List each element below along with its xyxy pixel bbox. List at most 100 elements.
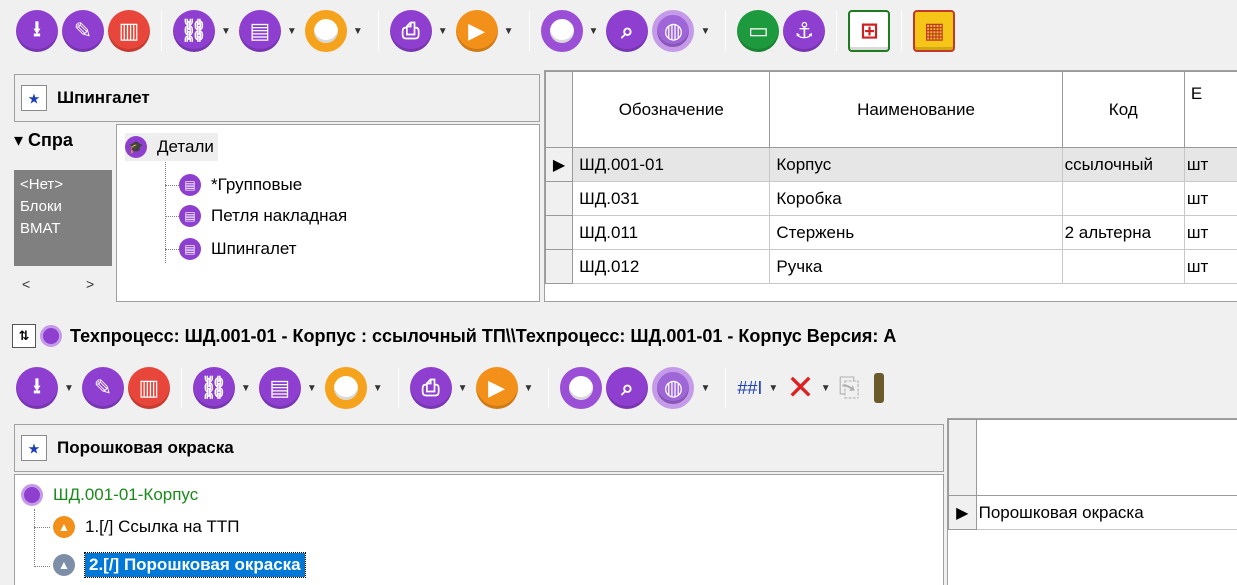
operations-grid: ▶ Порошковая окраска — [947, 418, 1237, 585]
copy-button[interactable]: ⎘ — [837, 362, 862, 414]
tree-node[interactable]: ▤ *Групповые — [179, 171, 302, 199]
anchor-icon: ⚓ — [783, 10, 826, 52]
cell-unit[interactable]: шт — [1183, 249, 1237, 284]
chevron-down-icon[interactable]: ▼ — [504, 26, 514, 37]
cell-designation[interactable]: ШД.012 — [572, 249, 771, 284]
cell-name[interactable]: Ручка — [769, 249, 1063, 284]
cell-unit[interactable]: шт — [1183, 181, 1237, 216]
toolbar-separator — [901, 11, 903, 51]
reference-item[interactable]: <Нет> — [20, 174, 106, 196]
cell-name[interactable]: Коробка — [769, 181, 1063, 216]
table-row[interactable]: ▶ Порошковая окраска — [948, 495, 1237, 530]
link-icon: ⛓ — [192, 367, 235, 409]
cell-code[interactable]: 2 альтерна — [1061, 215, 1185, 250]
column-header[interactable] — [975, 419, 1237, 496]
chevron-down-icon[interactable]: ▼ — [524, 383, 534, 394]
chevron-down-icon[interactable]: ▼ — [353, 26, 363, 37]
run-button[interactable]: ▶ ▼ — [454, 5, 520, 57]
cell-code[interactable] — [1061, 181, 1185, 216]
cell-unit[interactable]: шт — [1183, 147, 1237, 182]
cell-code[interactable] — [1061, 249, 1185, 284]
print-button[interactable]: ⎙ ▼ — [388, 5, 454, 57]
reference-header[interactable]: ▾ Спра — [14, 130, 73, 151]
table-button[interactable]: ▦ — [911, 5, 957, 57]
cell-operation[interactable]: Порошковая окраска — [975, 495, 1237, 530]
horizontal-scrollbar[interactable]: < > — [14, 274, 114, 296]
chevron-down-icon[interactable]: ▼ — [221, 26, 231, 37]
copy-icon: ⎘ — [838, 372, 860, 402]
column-header[interactable]: Е — [1183, 71, 1237, 148]
document-button[interactable]: ▤ ▼ — [237, 5, 303, 57]
scroll-left-icon[interactable]: < — [22, 276, 30, 292]
print-button[interactable]: ⎙ ▼ — [408, 362, 474, 414]
chevron-down-icon[interactable]: ▼ — [821, 383, 831, 394]
reference-item[interactable]: Блоки — [20, 196, 106, 218]
view-button[interactable] — [558, 362, 604, 414]
clipboard-button[interactable] — [862, 362, 886, 414]
column-header[interactable]: Наименование — [769, 71, 1063, 148]
cell-designation[interactable]: ШД.031 — [572, 181, 771, 216]
refresh-button[interactable]: ▼ — [303, 5, 369, 57]
toolbar-separator — [725, 368, 727, 408]
edit-button[interactable]: ✎ — [60, 5, 106, 57]
chevron-down-icon[interactable]: ▼ — [458, 383, 468, 394]
scroll-right-icon[interactable]: > — [86, 276, 94, 292]
numbering-button[interactable]: ##I ▼ — [735, 362, 784, 414]
web-button[interactable]: ◍ ▼ — [650, 362, 716, 414]
cell-designation[interactable]: ШД.001-01 — [572, 147, 771, 182]
delete-button[interactable]: ▥ — [126, 362, 172, 414]
cell-unit[interactable]: шт — [1183, 215, 1237, 250]
web-button[interactable]: ◍ ▼ — [650, 5, 716, 57]
chevron-down-icon[interactable]: ▼ — [307, 383, 317, 394]
chevron-down-icon[interactable]: ▼ — [700, 383, 710, 394]
tree-node[interactable]: ▤ Петля накладная — [179, 202, 347, 230]
chevron-down-icon[interactable]: ▼ — [64, 383, 74, 394]
link-button[interactable]: ⛓ ▼ — [171, 5, 237, 57]
chevron-down-icon[interactable]: ▼ — [589, 26, 599, 37]
chevron-down-icon[interactable]: ▼ — [287, 26, 297, 37]
tree-node-root[interactable]: ШД.001-01-Корпус — [21, 481, 198, 509]
table-row[interactable]: ШД.031 Коробка шт — [545, 181, 1237, 216]
save-button[interactable]: ⭳ ▼ — [14, 362, 80, 414]
pin-icon[interactable]: ⭑ — [21, 85, 47, 111]
table-row[interactable]: ШД.011 Стержень 2 альтерна шт — [545, 215, 1237, 250]
refresh-button[interactable]: ▼ — [323, 362, 389, 414]
search-button[interactable]: ⌕ — [604, 362, 650, 414]
column-header[interactable]: Обозначение — [572, 71, 771, 148]
edit-button[interactable]: ✎ — [80, 362, 126, 414]
run-button[interactable]: ▶ ▼ — [474, 362, 540, 414]
tree-node-label: ШД.001-01-Корпус — [53, 485, 199, 504]
tree-node-selected[interactable]: ▲ 2.[/] Порошковая окраска — [53, 551, 306, 579]
table-header-row — [948, 419, 1237, 496]
tree-node-root[interactable]: 🎓 Детали — [125, 133, 218, 161]
chevron-down-icon[interactable]: ▼ — [373, 383, 383, 394]
pin-icon[interactable]: ⭑ — [21, 435, 47, 461]
open-folder-button[interactable]: ▭ — [735, 5, 781, 57]
chevron-down-icon[interactable]: ▼ — [700, 26, 710, 37]
cell-name[interactable]: Стержень — [769, 215, 1063, 250]
table-row[interactable]: ШД.012 Ручка шт — [545, 249, 1237, 284]
save-button[interactable]: ⭳ — [14, 5, 60, 57]
document-button[interactable]: ▤ ▼ — [257, 362, 323, 414]
cell-designation[interactable]: ШД.011 — [572, 215, 771, 250]
tree-node[interactable]: ▤ Шпингалет — [179, 235, 297, 263]
main-toolbar: ⭳ ✎ ▥ ⛓ ▼ ▤ ▼ ▼ ⎙ ▼ ▶ ▼ ▼ ⌕ ◍ ▼ ▭ ⚓ ⊞ ▦ — [0, 0, 1237, 62]
structure-button[interactable]: ⊞ — [846, 5, 892, 57]
column-header[interactable]: Код — [1061, 71, 1185, 148]
sort-toggle-icon[interactable]: ⇅ — [12, 324, 36, 348]
table-row[interactable]: ▶ ШД.001-01 Корпус ссылочный шт — [545, 147, 1237, 182]
tree-node[interactable]: ▲ 1.[/] Ссылка на ТТП — [53, 513, 240, 541]
cell-code[interactable]: ссылочный — [1061, 147, 1185, 182]
tree-node-label: 2.[/] Порошковая окраска — [84, 552, 306, 578]
chevron-down-icon[interactable]: ▼ — [438, 26, 448, 37]
chevron-down-icon[interactable]: ▼ — [768, 383, 778, 394]
anchor-button[interactable]: ⚓ — [781, 5, 827, 57]
cell-name[interactable]: Корпус — [769, 147, 1063, 182]
delete-button[interactable]: ▥ — [106, 5, 152, 57]
link-button[interactable]: ⛓ ▼ — [191, 362, 257, 414]
reference-item[interactable]: ВМАТ — [20, 218, 106, 240]
search-button[interactable]: ⌕ — [604, 5, 650, 57]
view-button[interactable]: ▼ — [539, 5, 605, 57]
chevron-down-icon[interactable]: ▼ — [241, 383, 251, 394]
exclude-button[interactable]: ✕ ▼ — [784, 362, 836, 414]
